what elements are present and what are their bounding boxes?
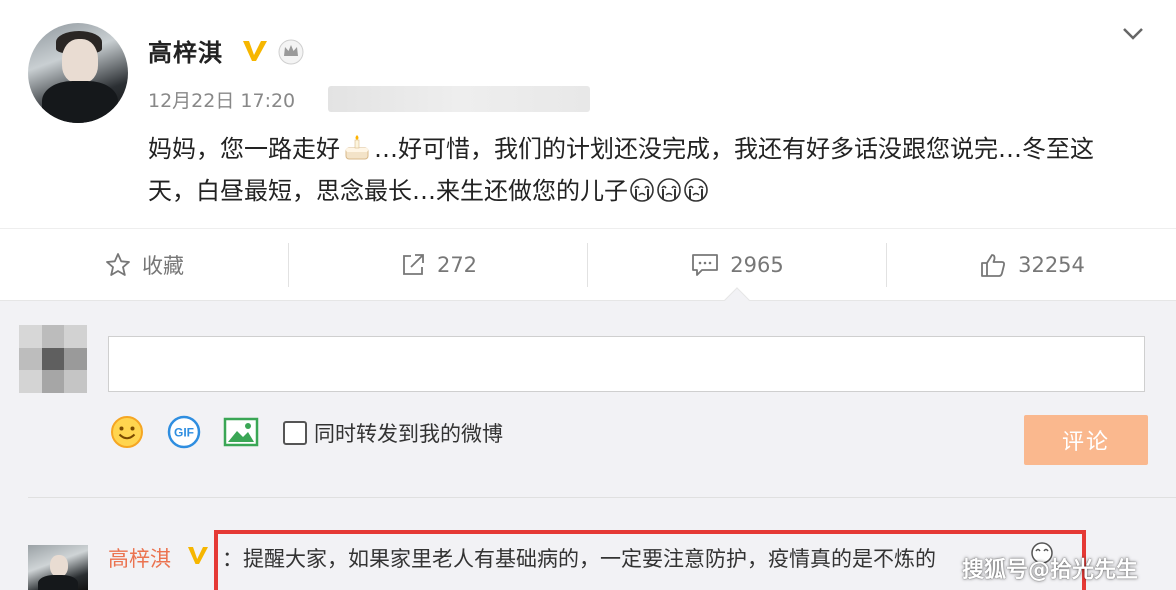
submit-comment-button[interactable]: 评论 [1024, 415, 1148, 465]
repost-button[interactable]: 272 [289, 229, 587, 301]
repost-checkbox[interactable] [283, 421, 307, 445]
blurred-source-info [328, 86, 590, 112]
current-user-avatar[interactable] [19, 325, 87, 393]
image-icon[interactable] [222, 413, 260, 451]
repost-checkbox-label[interactable]: 同时转发到我的微博 [314, 418, 503, 448]
like-button[interactable]: 32254 [887, 229, 1176, 301]
crown-icon [278, 39, 304, 65]
chevron-down-icon[interactable] [1118, 22, 1148, 46]
candle-cake-emoji [345, 135, 369, 160]
comment-input[interactable] [108, 336, 1145, 392]
favorite-label: 收藏 [142, 254, 184, 278]
author-avatar[interactable] [28, 23, 128, 123]
reply-author-name[interactable]: 高梓淇 [108, 543, 171, 573]
crying-emoji [684, 178, 708, 202]
comment-icon [692, 254, 719, 276]
action-bar: 收藏 272 2965 32254 [0, 228, 1176, 300]
favorite-button[interactable]: 收藏 [0, 229, 288, 301]
repost-count: 272 [436, 253, 478, 277]
like-count: 32254 [1018, 253, 1085, 277]
watermark: 搜狐号@拾光先生 [962, 558, 1139, 583]
svg-text:GIF: GIF [174, 426, 194, 440]
comment-count: 2965 [730, 253, 784, 277]
post-timestamp[interactable]: 12月22日 17:20 [148, 86, 295, 113]
post-content: 妈妈，您一路走好 …好可惜，我们的计划还没完成，我还有好多话没跟您说完…冬至这天… [148, 128, 1138, 212]
verified-icon [188, 547, 208, 564]
reply-author-avatar[interactable] [28, 545, 88, 590]
thumbs-up-icon [981, 254, 1006, 277]
share-icon [403, 254, 424, 275]
separator [28, 497, 1176, 498]
star-icon [106, 253, 130, 276]
smiley-icon[interactable] [108, 413, 146, 451]
author-name[interactable]: 高梓淇 [148, 33, 223, 68]
reply-text: ：提醒大家，如果家里老人有基础病的，一定要注意防护，疫情真的是不炼的 [222, 547, 936, 571]
verified-icon [243, 41, 267, 61]
crying-emoji [630, 178, 654, 202]
post-text-part1: 妈妈，您一路走好 [148, 135, 340, 163]
crying-emoji [657, 178, 681, 202]
gif-icon[interactable]: GIF [165, 413, 203, 451]
